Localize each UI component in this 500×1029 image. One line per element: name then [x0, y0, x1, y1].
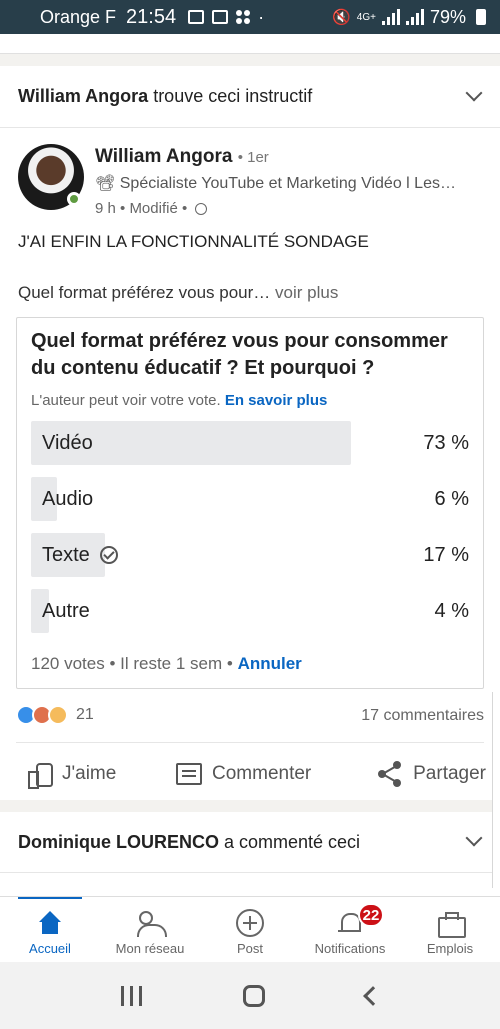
- poll-option-other[interactable]: Autre 4 %: [31, 589, 469, 633]
- mute-icon: 🔇: [332, 9, 351, 26]
- comment-label: Commenter: [212, 763, 312, 784]
- poll-note-text: L'auteur peut voir votre vote.: [31, 392, 221, 409]
- like-label: J'aime: [62, 763, 117, 784]
- post-actions: J'aime Commenter Partager: [0, 743, 500, 805]
- author-headline: 📽 Spécialiste YouTube et Marketing Vidéo…: [95, 175, 456, 192]
- insightful-reaction-icon: [48, 705, 68, 725]
- nav-post-label: Post: [236, 941, 263, 956]
- social-counts: 21 17 commentaires: [16, 689, 484, 743]
- poll-question: Quel format préférez vous pour consommer…: [31, 330, 448, 379]
- scroll-indicator: [492, 692, 500, 888]
- poll: Quel format préférez vous pour consommer…: [16, 317, 484, 689]
- next-feed-post-card: Dominique LOURENCO a commenté ceci: [0, 812, 500, 896]
- author-name[interactable]: William Angora: [95, 146, 232, 167]
- check-circle-icon: [99, 546, 118, 564]
- nav-jobs[interactable]: Emplois: [400, 897, 500, 962]
- apps-icon: [236, 10, 251, 24]
- undo-vote-link[interactable]: Annuler: [238, 654, 302, 673]
- reactions-count: 21: [76, 706, 94, 723]
- post-text: J'AI ENFIN LA FONCTIONNALITÉ SONDAGE: [18, 232, 369, 251]
- post-context-header: William Angora trouve ceci instructif: [0, 66, 500, 128]
- poll-option-percent: 17 %: [423, 543, 469, 566]
- keyboard-icon: [212, 10, 229, 24]
- chevron-down-icon[interactable]: [466, 89, 482, 105]
- poll-option-percent: 4 %: [434, 599, 469, 622]
- next-post-peek: [0, 872, 500, 896]
- post-preview: Quel format préférez vous pour… voir plu…: [0, 252, 500, 303]
- poll-note: L'auteur peut voir votre vote. En savoir…: [31, 392, 469, 409]
- post-time: 9 h • Modifié •: [95, 200, 188, 217]
- battery-icon: [476, 9, 486, 25]
- signal-icon: [381, 9, 400, 25]
- nav-post[interactable]: Post: [200, 897, 300, 962]
- bottom-nav: Accueil Mon réseau Post 22 Notifications…: [0, 896, 500, 962]
- comments-count[interactable]: 17 commentaires: [361, 707, 484, 725]
- bell-icon: 22: [336, 903, 384, 937]
- post-preview-text: Quel format préférez vous pour…: [18, 283, 271, 302]
- context-action: a commenté ceci: [224, 831, 361, 852]
- poll-votes: 120 votes • Il reste 1 sem •: [31, 654, 233, 673]
- online-status-icon: [67, 192, 81, 206]
- system-nav-bar: [0, 962, 500, 1029]
- network-type: 4G+: [356, 11, 376, 23]
- signal-icon-2: [405, 9, 424, 25]
- carrier-name: Orange F: [40, 6, 117, 27]
- people-icon: [136, 909, 167, 937]
- globe-icon: [195, 202, 208, 215]
- more-dot-icon: ·: [258, 6, 265, 27]
- poll-option-percent: 6 %: [434, 487, 469, 510]
- post-meta: 9 h • Modifié •: [95, 200, 208, 217]
- feed-post-card: William Angora trouve ceci instructif Wi…: [0, 66, 500, 800]
- home-button-icon[interactable]: [242, 984, 265, 1007]
- poll-option-label: Autre: [42, 599, 90, 622]
- share-icon: [377, 761, 403, 787]
- context-action: trouve ceci instructif: [153, 86, 313, 106]
- reactions-summary[interactable]: 21: [16, 705, 94, 725]
- post-context-header: Dominique LOURENCO a commenté ceci: [0, 812, 500, 872]
- system-icons: 🔇 4G+ 79%: [332, 7, 486, 28]
- briefcase-icon: [436, 909, 466, 938]
- notification-badge: 22: [358, 903, 384, 927]
- poll-option-label: Vidéo: [42, 431, 93, 454]
- battery-level: 79%: [429, 6, 466, 27]
- context-name[interactable]: Dominique LOURENCO: [18, 832, 219, 853]
- share-button[interactable]: Partager: [377, 761, 486, 787]
- nav-home[interactable]: Accueil: [0, 897, 100, 962]
- nav-notifications[interactable]: 22 Notifications: [300, 897, 400, 962]
- learn-more-link[interactable]: En savoir plus: [225, 392, 328, 409]
- nav-notifications-label: Notifications: [314, 941, 386, 956]
- home-icon: [36, 909, 64, 937]
- recents-icon[interactable]: [120, 985, 142, 1006]
- poll-option-text[interactable]: Texte 17 %: [31, 533, 469, 577]
- previous-card-edge: [0, 34, 500, 54]
- poll-option-percent: 73 %: [423, 431, 469, 454]
- like-button[interactable]: J'aime: [26, 761, 176, 789]
- comment-button[interactable]: Commenter: [176, 763, 366, 785]
- share-label: Partager: [413, 763, 486, 784]
- thumbs-up-icon: [26, 761, 53, 789]
- back-icon[interactable]: [362, 985, 383, 1006]
- nav-home-label: Accueil: [29, 941, 71, 956]
- poll-option-label: Audio: [42, 487, 94, 510]
- poll-footer: 120 votes • Il reste 1 sem • Annuler: [31, 654, 302, 674]
- poll-option-label: Texte: [31, 544, 118, 567]
- poll-option-video[interactable]: Vidéo 73 %: [31, 421, 469, 465]
- plus-circle-icon: [236, 909, 264, 937]
- poll-option-audio[interactable]: Audio 6 %: [31, 477, 469, 521]
- gallery-icon: [188, 10, 205, 24]
- nav-network-label: Mon réseau: [115, 941, 185, 956]
- see-more-link[interactable]: voir plus: [275, 283, 338, 302]
- notification-icons: ·: [188, 7, 264, 28]
- author-name-row[interactable]: William Angora • 1er: [95, 146, 269, 168]
- context-name[interactable]: William Angora: [18, 86, 148, 107]
- clock: 21:54: [126, 5, 177, 28]
- chevron-down-icon[interactable]: [466, 834, 482, 850]
- post-author[interactable]: William Angora • 1er 📽 Spécialiste YouTu…: [0, 128, 500, 217]
- nav-my-network[interactable]: Mon réseau: [100, 897, 200, 962]
- nav-jobs-label: Emplois: [426, 941, 474, 956]
- connection-degree: • 1er: [237, 149, 269, 166]
- status-bar: Orange F 21:54 · 🔇 4G+ 79%: [0, 0, 500, 34]
- comment-icon: [176, 763, 202, 785]
